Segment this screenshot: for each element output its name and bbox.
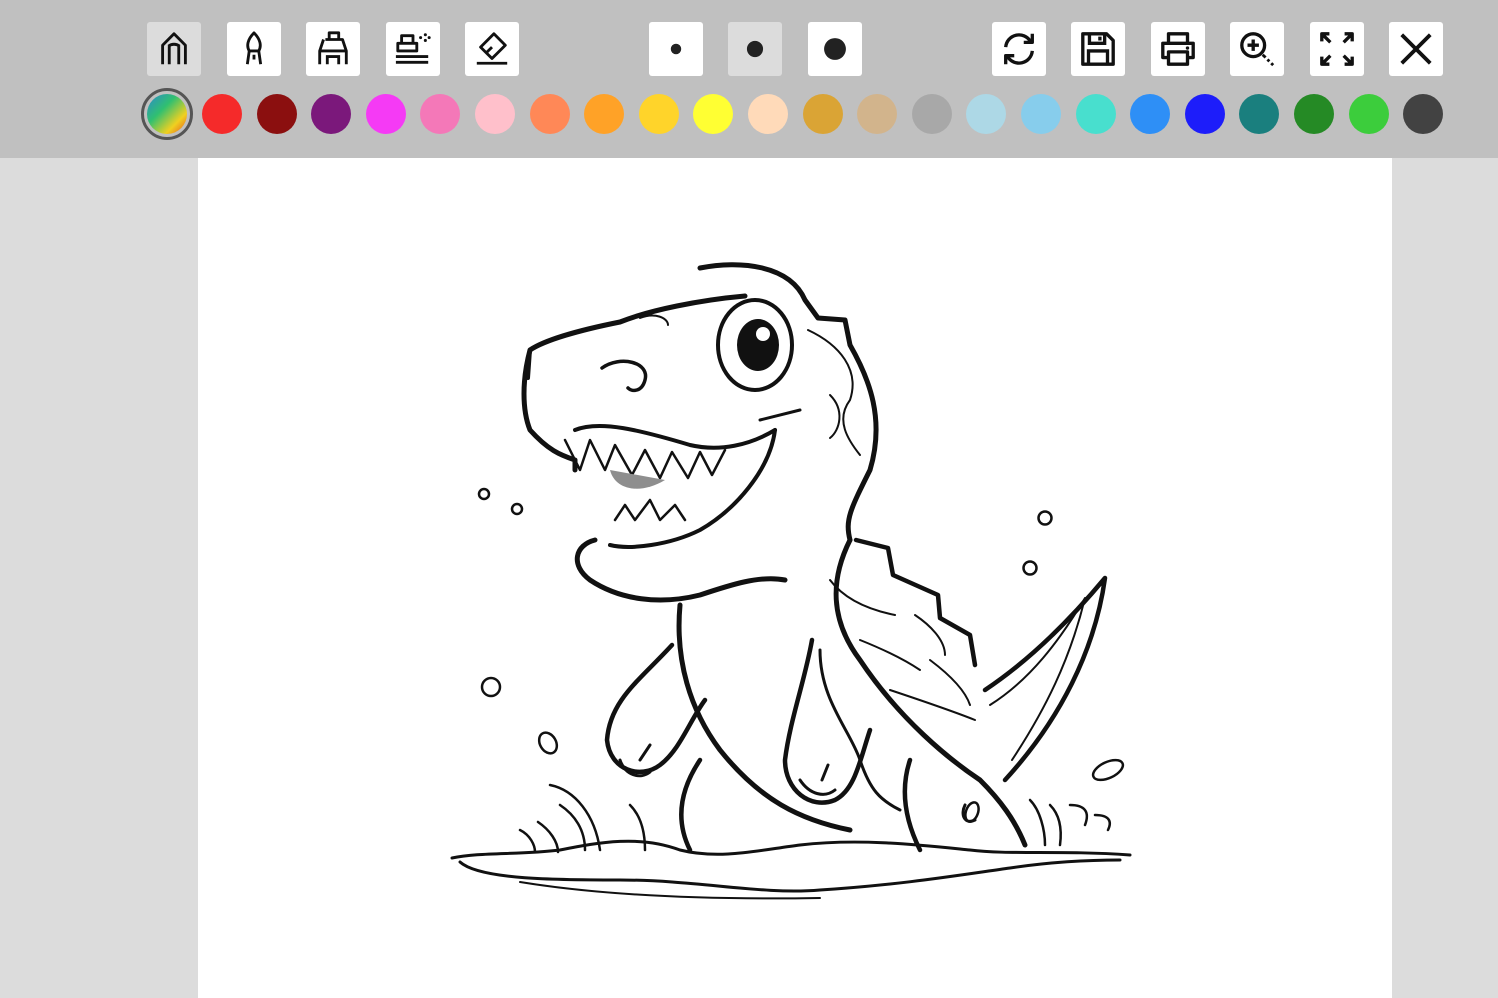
zoom-in-icon xyxy=(1240,32,1275,67)
brush-size-large-button[interactable] xyxy=(808,22,862,76)
close-button[interactable] xyxy=(1389,22,1443,76)
eraser-tool-button[interactable] xyxy=(465,22,519,76)
color-swatch[interactable] xyxy=(420,94,460,134)
brush-size-small-button[interactable] xyxy=(649,22,703,76)
pencil-icon xyxy=(161,32,187,65)
color-swatch[interactable] xyxy=(475,94,515,134)
color-swatch[interactable] xyxy=(1294,94,1334,134)
spray-icon xyxy=(395,33,431,64)
refresh-icon xyxy=(1004,33,1034,65)
large-dot-icon xyxy=(824,38,846,60)
color-swatch[interactable] xyxy=(1239,94,1279,134)
color-swatch[interactable] xyxy=(803,94,843,134)
print-icon xyxy=(1161,32,1195,66)
medium-dot-icon xyxy=(746,40,764,58)
fullscreen-button[interactable] xyxy=(1310,22,1364,76)
color-swatch[interactable] xyxy=(530,94,570,134)
color-swatch[interactable] xyxy=(366,94,406,134)
color-swatch[interactable] xyxy=(748,94,788,134)
color-swatch[interactable] xyxy=(1130,94,1170,134)
color-swatch[interactable] xyxy=(202,94,242,134)
color-swatch[interactable] xyxy=(257,94,297,134)
color-swatch[interactable] xyxy=(1349,94,1389,134)
color-swatch[interactable] xyxy=(1076,94,1116,134)
zoom-in-button[interactable] xyxy=(1230,22,1284,76)
fullscreen-icon xyxy=(1320,32,1354,66)
color-swatch[interactable] xyxy=(1021,94,1061,134)
coloring-canvas[interactable] xyxy=(198,158,1392,998)
dinosaur-coloring-page xyxy=(450,262,1132,900)
close-icon xyxy=(1400,33,1432,65)
color-swatch[interactable] xyxy=(857,94,897,134)
color-swatch[interactable] xyxy=(693,94,733,134)
toolbar xyxy=(0,0,1498,158)
print-button[interactable] xyxy=(1151,22,1205,76)
brush-tool-button[interactable] xyxy=(227,22,281,76)
save-button[interactable] xyxy=(1071,22,1125,76)
marker-tool-button[interactable] xyxy=(306,22,360,76)
brush-size-medium-button[interactable] xyxy=(728,22,782,76)
refresh-button[interactable] xyxy=(992,22,1046,76)
color-swatch[interactable] xyxy=(1185,94,1225,134)
pencil-tool-button[interactable] xyxy=(147,22,201,76)
color-swatch[interactable] xyxy=(912,94,952,134)
color-swatch[interactable] xyxy=(1403,94,1443,134)
color-swatch-rainbow[interactable] xyxy=(141,88,193,140)
marker-icon xyxy=(318,31,348,65)
color-swatch[interactable] xyxy=(311,94,351,134)
color-swatch[interactable] xyxy=(584,94,624,134)
small-dot-icon xyxy=(670,43,682,55)
color-swatch[interactable] xyxy=(966,94,1006,134)
spray-tool-button[interactable] xyxy=(386,22,440,76)
brush-icon xyxy=(245,31,263,65)
color-swatch[interactable] xyxy=(639,94,679,134)
save-icon xyxy=(1081,32,1115,66)
eraser-icon xyxy=(476,32,508,65)
